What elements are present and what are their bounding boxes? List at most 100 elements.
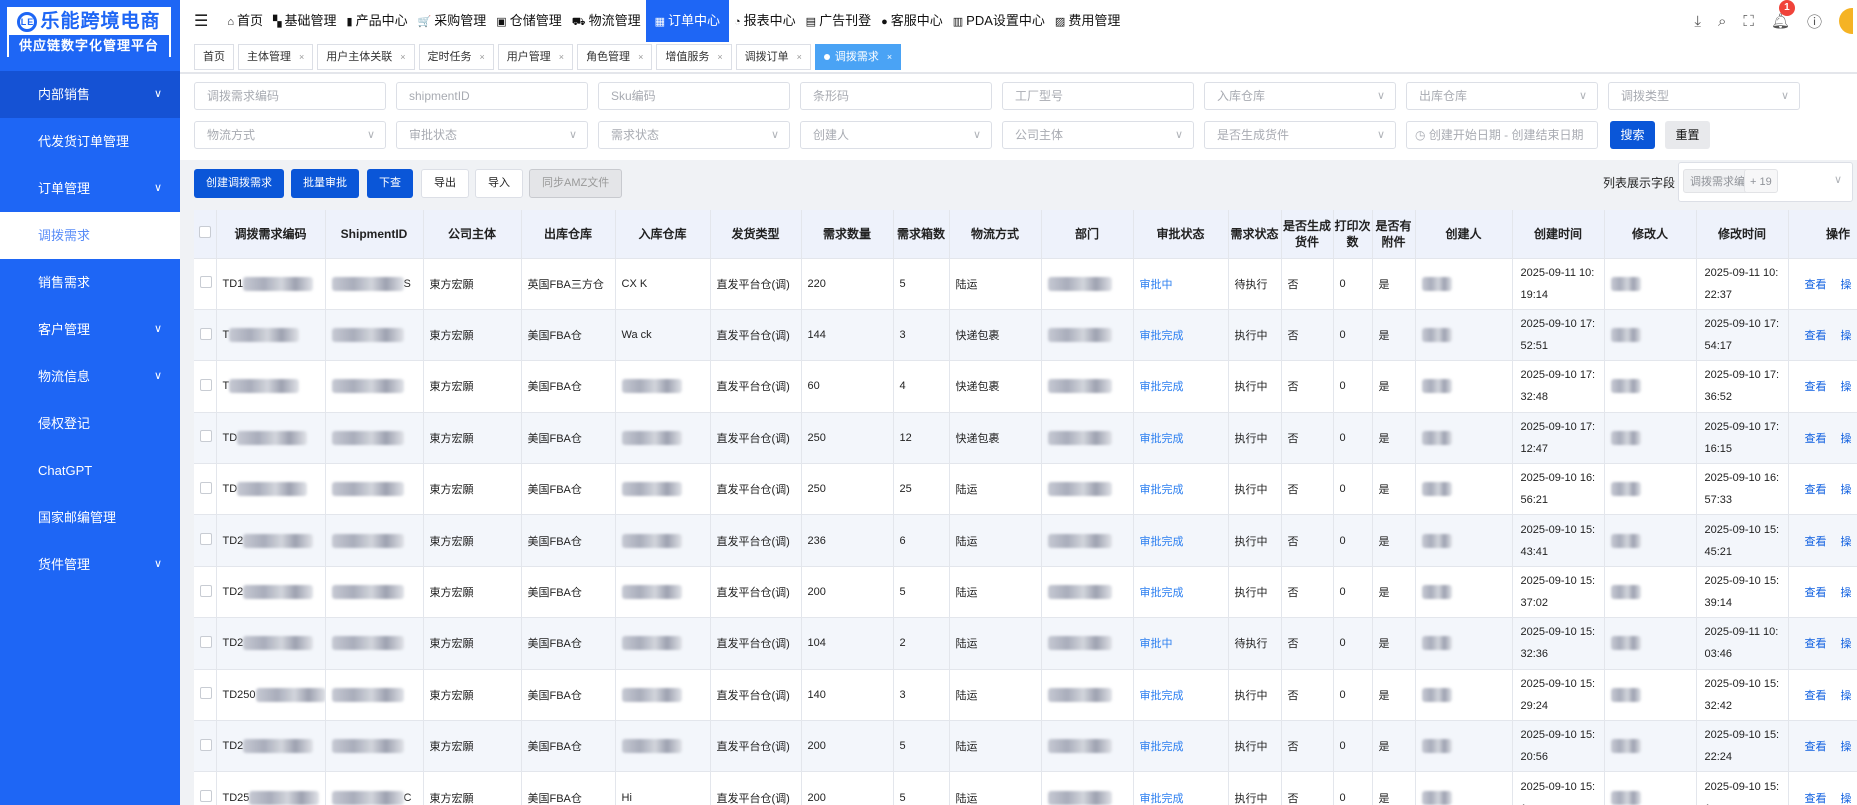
sidebar-item[interactable]: 调拨需求 [0,212,180,259]
table-row[interactable]: T 東方宏願 美国FBA仓 Wa ck 直发平台仓(调) 144 3 快递包裹 审批完成 执行中否… [194,309,1857,362]
filter-select[interactable]: 审批状态 ∨ [396,121,588,149]
import-button[interactable]: 导入 [475,169,523,198]
close-icon[interactable]: × [717,52,722,62]
filter-input[interactable]: 调拨需求编码 [194,82,386,110]
view-link[interactable]: 查看 [1805,279,1827,291]
nav-item[interactable]: ▨ 费用管理 [1050,0,1125,42]
tab-item[interactable]: 首页 [194,44,234,70]
operate-link[interactable]: 操 [1841,638,1852,650]
filter-select[interactable]: 创建人 ∨ [800,121,992,149]
table-row[interactable]: TD2 東方宏願 美国FBA仓 直发平台仓(调) 200 5 陆运 审批完成 执行中否 0 是 202… [194,566,1857,619]
operate-link[interactable]: 操 [1841,587,1852,599]
close-icon[interactable]: × [559,52,564,62]
tab-item[interactable]: 用户主体关联 × [317,44,415,70]
sidebar-item[interactable]: 内部销售 ∨ [0,71,180,118]
table-row[interactable]: TD 東方宏願 美国FBA仓 直发平台仓(调) 250 25 陆运 审批完成 执行中否 0 是 202… [194,463,1857,516]
row-select-cell[interactable] [194,258,217,310]
view-link[interactable]: 查看 [1805,484,1827,496]
select-all-header[interactable] [194,210,217,259]
nav-item[interactable]: ▦ 订单中心 [645,0,729,42]
view-link[interactable]: 查看 [1805,587,1827,599]
view-link[interactable]: 查看 [1805,330,1827,342]
view-link[interactable]: 查看 [1805,381,1827,393]
filter-input[interactable]: 工厂型号 [1002,82,1194,110]
filter-select[interactable]: 出库仓库 ∨ [1406,82,1598,110]
nav-item[interactable]: ● 客服中心 [876,0,948,42]
view-link[interactable]: 查看 [1805,638,1827,650]
row-checkbox[interactable] [200,738,212,751]
tab-item[interactable]: 定时任务 × [418,44,494,70]
nav-item[interactable]: ▣ 仓储管理 [491,0,566,42]
export-button[interactable]: 导出 [421,169,469,198]
filter-select[interactable]: 需求状态 ∨ [598,121,790,149]
close-icon[interactable]: × [480,52,485,62]
table-row[interactable]: TD25 C 東方宏願 美国FBA仓 Hi 直发平台仓(调) 200 5 陆运 审批完成 执行中否 0… [194,771,1857,805]
operate-link[interactable]: 操 [1841,330,1852,342]
tab-item[interactable]: 用户管理 × [497,44,574,70]
fullscreen-icon[interactable]: ⛶ [1743,13,1754,30]
row-checkbox[interactable] [200,790,212,803]
operate-link[interactable]: 操 [1841,279,1852,291]
table-row[interactable]: TD2 東方宏願 美国FBA仓 直发平台仓(调) 104 2 陆运 审批中 待执行否 0 是 2025… [194,617,1857,670]
view-link[interactable]: 查看 [1805,793,1827,805]
nav-item[interactable]: 🛒 采购管理 [413,0,492,42]
tab-item[interactable]: 调拨需求 × [814,44,902,70]
row-select-cell[interactable] [194,566,217,619]
tab-item[interactable]: 调拨订单 × [735,44,811,70]
operate-link[interactable]: 操 [1841,741,1852,753]
close-icon[interactable]: × [638,52,643,62]
tab-item[interactable]: 主体管理 × [238,44,314,70]
operate-link[interactable]: 操 [1841,690,1852,702]
tab-item[interactable]: 角色管理 × [577,44,653,70]
table-row[interactable]: TD2 東方宏願 美国FBA仓 直发平台仓(调) 236 6 陆运 审批完成 执行中否 0 是 202… [194,514,1857,567]
operate-link[interactable]: 操 [1841,484,1852,496]
query-button[interactable]: 下查 [367,169,413,198]
close-icon[interactable]: × [797,52,802,62]
nav-item[interactable]: ▚ 基础管理 [268,0,341,42]
date-range-picker[interactable]: ◷ 创建开始日期 - 创建结束日期 [1406,121,1598,149]
row-select-cell[interactable] [194,463,217,516]
sidebar-item[interactable]: ChatGPT [0,447,180,494]
view-link[interactable]: 查看 [1805,536,1827,548]
row-select-cell[interactable] [194,617,217,670]
reset-button[interactable]: 重置 [1665,121,1710,149]
table-row[interactable]: TD1 S 東方宏願 英国FBA三方仓 CX K 直发平台仓(调) 220 5 陆运 审批中 待执行… [194,258,1857,310]
menu-toggle-icon[interactable]: ☰ [194,11,208,31]
create-transfer-demand-button[interactable]: 创建调拨需求 [194,169,284,198]
avatar[interactable] [1839,8,1853,34]
operate-link[interactable]: 操 [1841,793,1852,805]
row-select-cell[interactable] [194,309,217,362]
sidebar-item[interactable]: 代发货订单管理 [0,118,180,165]
row-checkbox[interactable] [200,276,212,289]
row-select-cell[interactable] [194,514,217,567]
search-icon[interactable]: ⌕ [1718,13,1726,30]
nav-item[interactable]: ▤ 广告刊登 [801,0,876,42]
row-checkbox[interactable] [200,635,212,648]
nav-item[interactable]: ⌂ 首页 [222,0,268,42]
row-select-cell[interactable] [194,669,217,722]
tab-item[interactable]: 增值服务 × [656,44,732,70]
table-row[interactable]: TD 東方宏願 美国FBA仓 直发平台仓(调) 250 12 快递包裹 审批完成 执行中否 0 是 2… [194,412,1857,465]
close-icon[interactable]: × [299,52,304,62]
row-checkbox[interactable] [200,481,212,494]
filter-input[interactable]: Sku编码 [598,82,790,110]
help-icon[interactable]: ⓘ [1807,11,1822,32]
batch-approve-button[interactable]: 批量审批 [291,169,359,198]
view-link[interactable]: 查看 [1805,741,1827,753]
operate-link[interactable]: 操 [1841,381,1852,393]
sidebar-item[interactable]: 销售需求 [0,259,180,306]
filter-select[interactable]: 是否生成货件 ∨ [1204,121,1396,149]
nav-item[interactable]: ⛟ 物流管理 [567,0,646,42]
table-row[interactable]: T 東方宏願 美国FBA仓 直发平台仓(调) 60 4 快递包裹 审批完成 执行中否 0 是 2025… [194,360,1857,413]
close-icon[interactable]: × [400,52,405,62]
view-link[interactable]: 查看 [1805,433,1827,445]
sidebar-item[interactable]: 订单管理 ∨ [0,165,180,212]
filter-input[interactable]: shipmentID [396,82,588,110]
row-checkbox[interactable] [200,430,212,443]
search-button[interactable]: 搜索 [1610,121,1655,149]
column-display-select[interactable]: 调拨需求编码× + 19 ∨ [1678,162,1853,202]
select-all-checkbox[interactable] [198,225,211,238]
row-checkbox[interactable] [200,533,212,546]
nav-item[interactable]: ▥ PDA设置中心 [948,0,1050,42]
row-checkbox[interactable] [200,687,212,700]
